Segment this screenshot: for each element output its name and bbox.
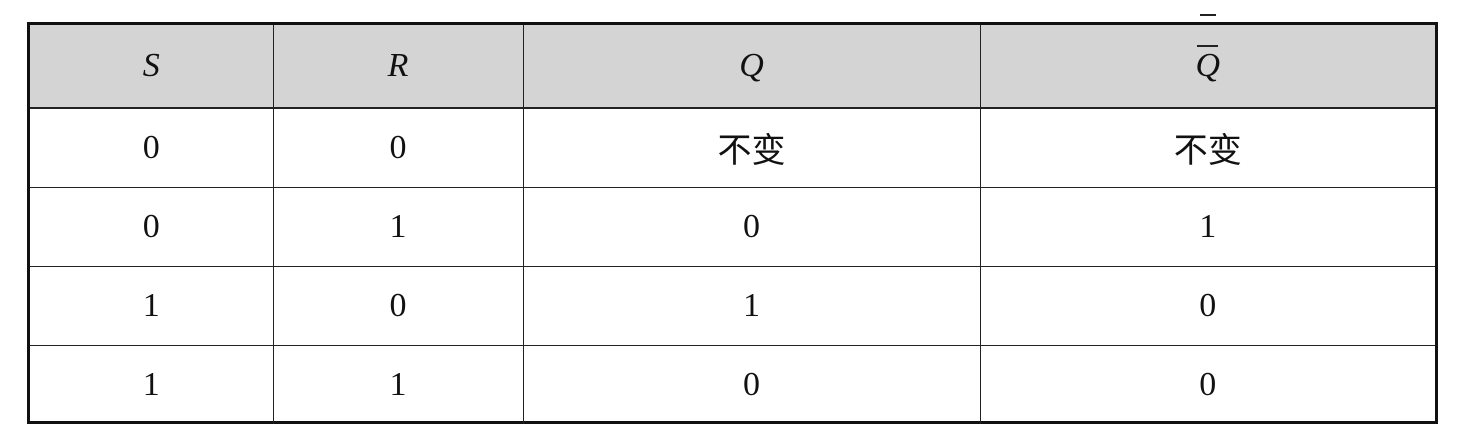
cell-q-not: 不变 [979,107,1435,188]
cell-s: 1 [30,344,274,424]
table-row: 0 1 0 1 [30,186,1435,267]
cell-r: 1 [272,186,524,267]
cell-s: 0 [30,107,274,188]
table-row: 0 0 不变 不变 [30,107,1435,188]
cell-s: 1 [30,265,274,346]
header-row: S R Q Q [30,25,1435,109]
cell-s: 0 [30,186,274,267]
cell-q-not: 0 [979,265,1435,346]
cell-q-not: 0 [979,344,1435,424]
cell-r: 0 [272,265,524,346]
cell-r: 1 [272,344,524,424]
header-q: Q [522,25,981,109]
table-row: 1 1 0 0 [30,344,1435,424]
cell-r: 0 [272,107,524,188]
sr-latch-truth-table: S R Q Q 0 0 不变 不变 0 1 0 1 1 0 1 0 1 1 0 … [30,25,1435,424]
header-q-not-label: Q [1195,45,1221,84]
cell-q: 0 [522,344,981,424]
cell-q: 不变 [522,107,981,188]
q-not-overbar [1200,14,1216,16]
cell-q: 1 [522,265,981,346]
truth-table-container: S R Q Q 0 0 不变 不变 0 1 0 1 1 0 1 0 1 1 0 … [27,22,1438,424]
cell-q-not: 1 [979,186,1435,267]
cell-q: 0 [522,186,981,267]
header-s: S [30,25,274,109]
header-r: R [272,25,524,109]
header-q-not: Q [979,25,1435,109]
table-row: 1 0 1 0 [30,265,1435,346]
